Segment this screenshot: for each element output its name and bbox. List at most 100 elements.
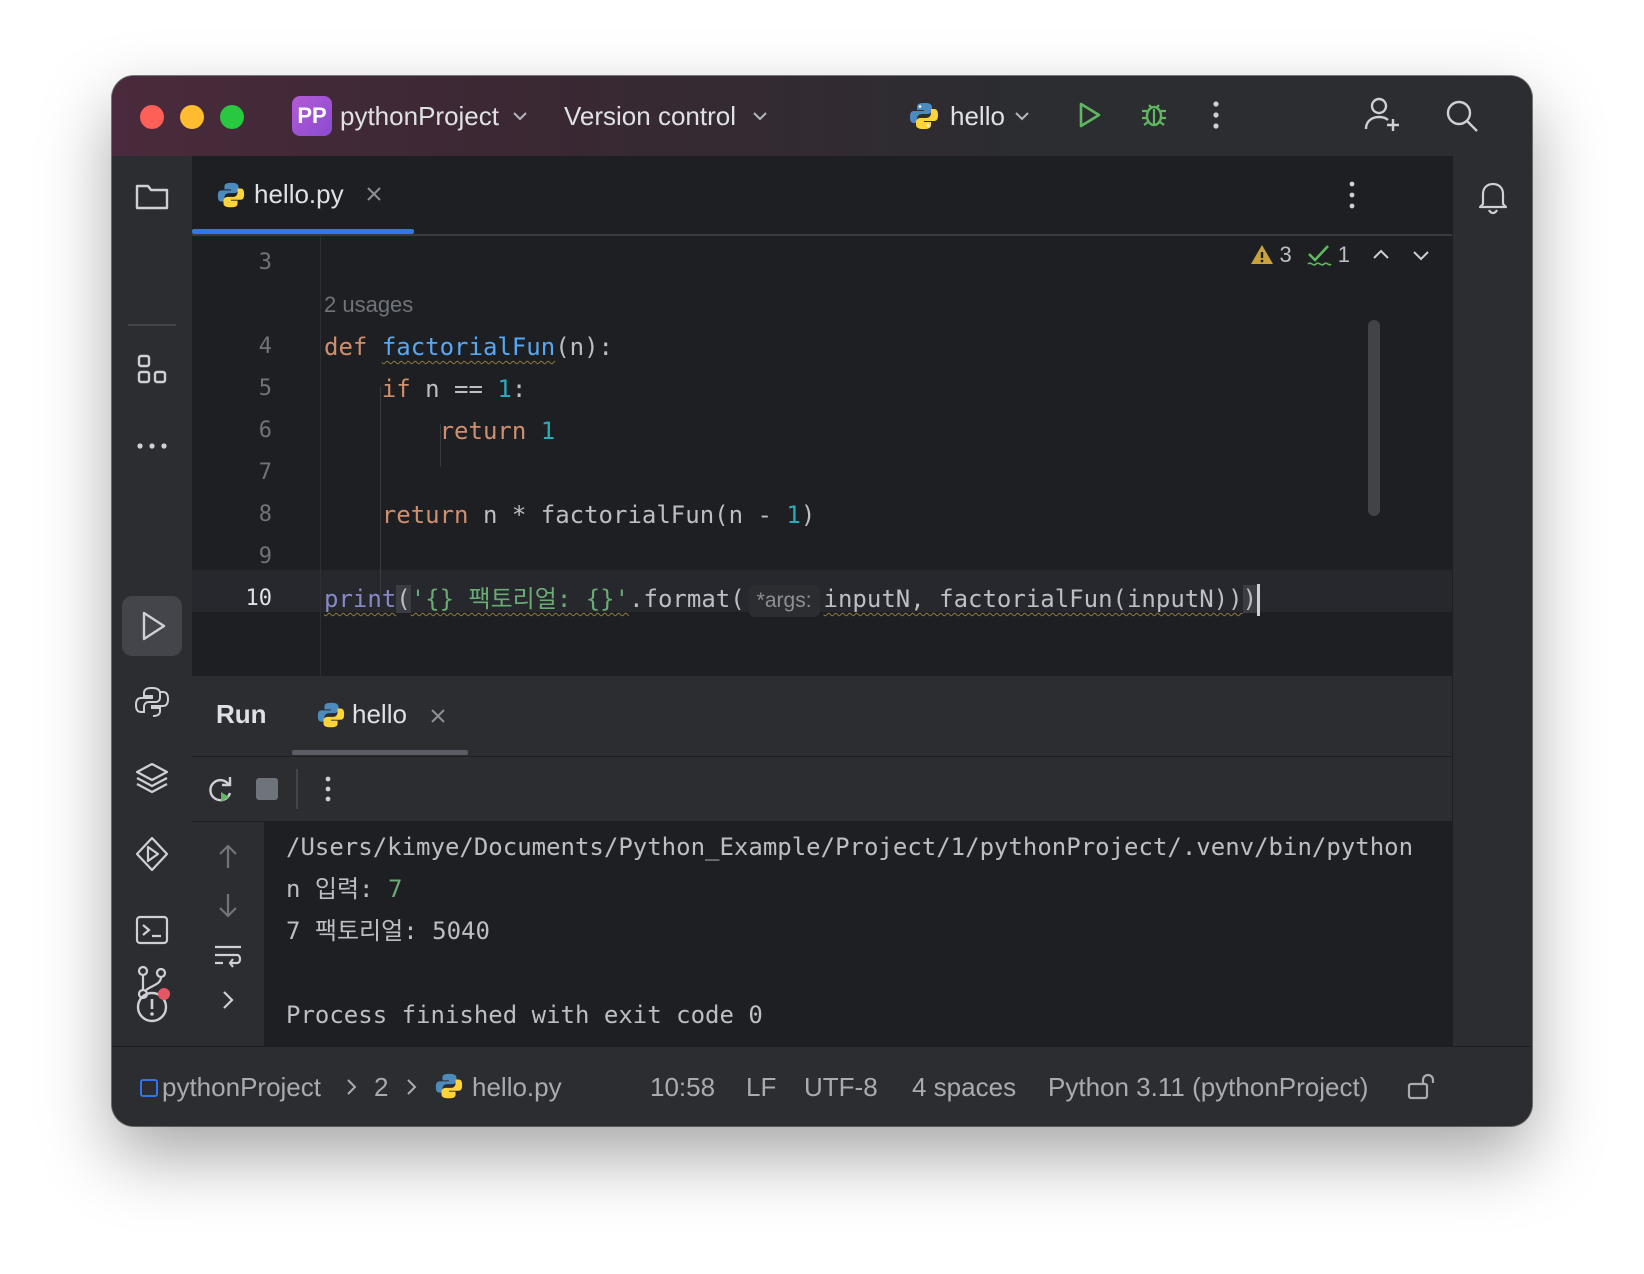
run-console-output[interactable]: /Users/kimye/Documents/Python_Example/Pr… [264, 822, 1452, 1046]
code-text: n == [410, 375, 498, 403]
run-tool-header: Run hello [192, 676, 1452, 757]
line-number: 6 [258, 418, 272, 443]
parameter-hint: *args: [748, 585, 820, 617]
run-toolbar [192, 757, 1452, 822]
tab-label: hello.py [254, 179, 344, 209]
project-folder-icon[interactable] [132, 176, 172, 216]
usages-hint[interactable]: 2 usages [324, 284, 413, 326]
module-icon [140, 1079, 158, 1097]
python-run-icon [317, 702, 345, 728]
keyword: return [381, 501, 469, 529]
more-actions-icon[interactable] [1206, 98, 1226, 132]
input-prompt: n 입력: [286, 875, 388, 903]
number-literal: 1 [497, 375, 512, 403]
inspection-widget[interactable]: 3 1 [1250, 242, 1433, 268]
git-branch-icon[interactable] [132, 962, 172, 1002]
soft-wrap-icon[interactable] [212, 940, 244, 972]
unlock-icon[interactable] [1404, 1069, 1438, 1103]
code-text: ) [1242, 585, 1258, 613]
chevron-right-icon [347, 1079, 357, 1095]
tab-hello-py[interactable]: hello.py [192, 156, 414, 234]
builtin-call: print [324, 585, 397, 613]
ide-window: PP pythonProject Version control hello h… [112, 76, 1532, 1126]
breadcrumb-project[interactable]: pythonProject [162, 1069, 321, 1105]
more-tools-icon[interactable] [132, 426, 172, 466]
chevron-down-icon[interactable] [750, 106, 770, 126]
string-literal: '{} 팩토리얼: {}' [410, 585, 630, 613]
chevron-down-icon[interactable] [510, 106, 530, 126]
terminal-icon[interactable] [132, 910, 172, 950]
user-input: 7 [387, 875, 403, 903]
breadcrumb-folder[interactable]: 2 [374, 1069, 388, 1105]
scroll-up-icon[interactable] [214, 840, 242, 872]
warning-count: 3 [1279, 242, 1292, 267]
line-number: 8 [258, 502, 272, 527]
keyword: return [439, 417, 527, 445]
line-number: 9 [258, 544, 272, 569]
services-icon[interactable] [132, 834, 172, 874]
text-caret [1257, 584, 1261, 616]
breadcrumb-file[interactable]: hello.py [472, 1069, 562, 1105]
search-icon[interactable] [1442, 96, 1482, 136]
code-text: (n): [555, 333, 613, 361]
run-tool-title: Run [216, 699, 267, 729]
chevron-right-icon[interactable] [218, 986, 238, 1014]
code-editor[interactable]: 3 1 3 4 5 6 7 8 9 10 2 usages def factor… [192, 236, 1452, 676]
project-name-dropdown[interactable]: pythonProject [340, 98, 499, 134]
gutter-divider [320, 236, 321, 676]
status-bar: pythonProject 2 hello.py 10:58 LF UTF-8 … [112, 1046, 1532, 1126]
run-config-dropdown[interactable]: hello [950, 98, 1005, 134]
close-run-tab-icon[interactable] [428, 706, 448, 726]
previous-highlight-icon[interactable] [1370, 244, 1392, 266]
editor-tabs: hello.py [192, 156, 1452, 236]
number-literal: 1 [540, 417, 556, 445]
function-name[interactable]: factorialFun [382, 333, 555, 361]
close-window-button[interactable] [140, 105, 164, 129]
console-line: /Users/kimye/Documents/Python_Example/Pr… [286, 833, 1414, 861]
code-line-8: return n * factorialFun(n - 1) [324, 494, 816, 536]
close-tab-icon[interactable] [364, 184, 384, 204]
code-line-5: if n == 1: [324, 368, 527, 410]
run-icon[interactable] [1072, 98, 1106, 132]
code-text: .format( [629, 585, 745, 613]
run-options-icon[interactable] [318, 773, 338, 805]
project-badge[interactable]: PP [292, 96, 332, 136]
next-highlight-icon[interactable] [1410, 244, 1432, 266]
number-literal: 1 [786, 501, 801, 529]
right-tool-strip [1452, 156, 1532, 1046]
line-number: 3 [258, 250, 272, 275]
caret-position[interactable]: 10:58 [650, 1069, 715, 1105]
python-file-icon [910, 103, 938, 129]
toolbar-divider [296, 769, 298, 809]
run-tool-icon[interactable] [132, 606, 172, 646]
tab-options-icon[interactable] [1342, 178, 1362, 212]
python-packages-icon[interactable] [132, 758, 172, 798]
console-line: 7 팩토리얼: 5040 [286, 917, 490, 945]
version-control-dropdown[interactable]: Version control [564, 98, 736, 134]
stop-icon[interactable] [256, 778, 278, 800]
python-console-icon[interactable] [132, 682, 172, 722]
interpreter-selector[interactable]: Python 3.11 (pythonProject) [1048, 1069, 1368, 1105]
zoom-window-button[interactable] [220, 105, 244, 129]
code-text: : [511, 375, 527, 403]
weak-warning-count: 1 [1337, 242, 1350, 267]
typo-check-icon [1307, 245, 1332, 266]
debug-icon[interactable] [1136, 96, 1172, 132]
scroll-down-icon[interactable] [214, 890, 242, 922]
rerun-icon[interactable] [204, 773, 236, 805]
minimize-window-button[interactable] [180, 105, 204, 129]
code-text: n * factorialFun(n - [468, 501, 787, 529]
line-ending[interactable]: LF [746, 1069, 776, 1105]
left-tool-strip [112, 156, 193, 1046]
file-encoding[interactable]: UTF-8 [804, 1069, 878, 1105]
notifications-bell-icon[interactable] [1473, 176, 1513, 216]
indent-setting[interactable]: 4 spaces [912, 1069, 1016, 1105]
keyword: def [324, 333, 368, 361]
chevron-down-icon[interactable] [1012, 106, 1032, 126]
structure-icon[interactable] [132, 350, 172, 390]
python-file-icon [217, 182, 245, 208]
run-tab-label: hello [352, 699, 407, 729]
editor-scrollbar[interactable] [1368, 320, 1380, 516]
add-user-icon[interactable] [1362, 94, 1402, 134]
python-file-icon [435, 1073, 463, 1099]
